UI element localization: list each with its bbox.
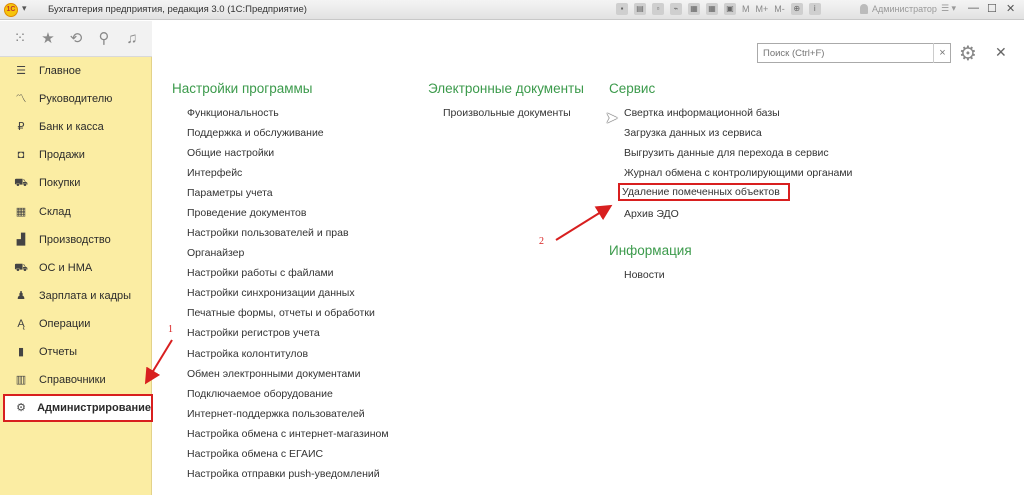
annotation-arrows (144, 204, 613, 385)
annotation-step-1: 1 (168, 324, 173, 335)
arrow-to-delete-marked (555, 204, 613, 241)
arrow-to-administration (144, 339, 173, 385)
mouse-cursor-icon: ➤ (605, 110, 619, 127)
annotation-step-2: 2 (539, 236, 544, 247)
